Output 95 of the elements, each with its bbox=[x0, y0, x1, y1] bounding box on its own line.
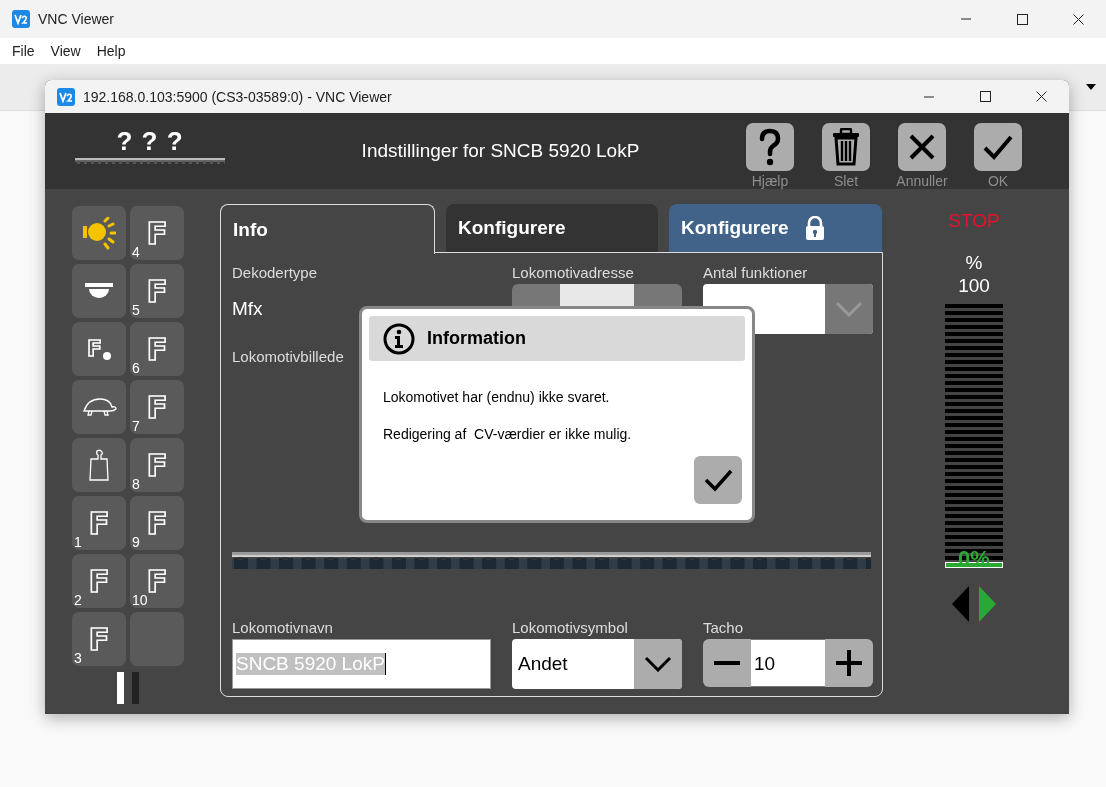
function-glyph: F bbox=[87, 338, 102, 360]
function-number: 9 bbox=[132, 535, 140, 549]
menu-item[interactable]: File bbox=[4, 43, 43, 59]
function-glyph: F bbox=[146, 217, 168, 249]
function-number: 3 bbox=[74, 651, 82, 665]
function-number: 1 bbox=[74, 535, 82, 549]
turtle-icon bbox=[81, 397, 117, 417]
chevron-down-icon bbox=[644, 656, 672, 672]
function-number: 6 bbox=[132, 361, 140, 375]
menu-item[interactable]: Help bbox=[88, 43, 134, 59]
window-title: 192.168.0.103:5900 (CS3-03589:0) - VNC Viewer bbox=[83, 88, 393, 105]
dialog-message: Lokomotivet har (endnu) ikke svaret. bbox=[383, 389, 611, 406]
function-key[interactable] bbox=[72, 206, 126, 260]
function-glyph: F bbox=[146, 507, 168, 539]
function-key[interactable]: F 4 bbox=[130, 206, 184, 260]
track-logo-icon bbox=[75, 158, 225, 164]
maximize-icon bbox=[980, 91, 991, 102]
field-label: Dekodertype bbox=[232, 263, 319, 283]
function-key[interactable]: F 2 bbox=[72, 554, 126, 608]
function-glyph: F bbox=[88, 565, 110, 597]
dialog-heading: Information bbox=[427, 328, 526, 349]
decoder-type-value: Mfx bbox=[232, 297, 263, 321]
close-icon bbox=[1036, 91, 1047, 102]
close-icon bbox=[1073, 13, 1084, 25]
function-key[interactable] bbox=[72, 380, 126, 434]
lock-icon bbox=[804, 216, 825, 240]
field-label: Lokomotivsymbol bbox=[512, 618, 629, 638]
field-label: Lokomotivadresse bbox=[512, 263, 635, 283]
field-label: Lokomotivbillede bbox=[232, 347, 344, 367]
function-number: 2 bbox=[74, 593, 82, 607]
button-label: Hjælp bbox=[751, 173, 789, 189]
close-icon bbox=[908, 133, 936, 161]
tab[interactable]: Konfigurere bbox=[669, 204, 882, 252]
app-logo-icon bbox=[12, 10, 30, 28]
function-key[interactable]: F bbox=[72, 322, 126, 376]
function-key[interactable]: F 9 bbox=[130, 496, 184, 550]
dialog-title: Indstillinger for SNCB 5920 LokP bbox=[360, 140, 641, 162]
function-glyph: F bbox=[88, 623, 110, 655]
field-label: Tacho bbox=[703, 618, 745, 638]
function-glyph: F bbox=[146, 565, 168, 597]
tacho-field[interactable]: 10 bbox=[751, 639, 825, 687]
function-number: 10 bbox=[132, 593, 148, 607]
function-glyph: F bbox=[146, 333, 168, 365]
window-title: VNC Viewer bbox=[38, 11, 115, 27]
cancel-button[interactable] bbox=[898, 123, 946, 171]
minus-icon bbox=[714, 661, 740, 665]
function-glyph: F bbox=[146, 391, 168, 423]
function-key[interactable]: F 6 bbox=[130, 322, 184, 376]
tab[interactable]: Konfigurere bbox=[446, 204, 658, 252]
function-glyph: F bbox=[146, 275, 168, 307]
tab[interactable]: Info bbox=[220, 204, 435, 254]
button-label: Slet bbox=[833, 173, 859, 189]
app-logo-icon bbox=[57, 87, 75, 106]
function-glyph: F bbox=[88, 507, 110, 539]
button-label: Annuller bbox=[896, 173, 948, 189]
function-number: 8 bbox=[132, 477, 140, 491]
checkmark-icon bbox=[983, 133, 1013, 161]
ok-button[interactable] bbox=[974, 123, 1022, 171]
speed-unit: % bbox=[965, 252, 983, 274]
maximize-icon bbox=[1017, 13, 1028, 25]
logo-text: ? ? ? bbox=[116, 128, 184, 154]
forward-arrow-icon[interactable] bbox=[979, 586, 996, 622]
dialog-message: Redigering af CV-værdier er ikke mulig. bbox=[383, 426, 633, 443]
function-key[interactable]: F 1 bbox=[72, 496, 126, 550]
function-key[interactable]: F 3 bbox=[72, 612, 126, 666]
dot-icon bbox=[103, 352, 111, 360]
trash-icon bbox=[832, 128, 860, 166]
function-number: 4 bbox=[132, 245, 140, 259]
function-glyph: F bbox=[146, 449, 168, 481]
menu-item[interactable]: View bbox=[42, 43, 89, 59]
function-key[interactable]: F 5 bbox=[130, 264, 184, 318]
checkmark-icon bbox=[703, 468, 733, 492]
plus-icon bbox=[836, 650, 862, 676]
function-key[interactable]: F 7 bbox=[130, 380, 184, 434]
function-key[interactable] bbox=[72, 264, 126, 318]
info-icon bbox=[383, 322, 415, 355]
confirm-button[interactable] bbox=[694, 456, 742, 504]
delete-button[interactable] bbox=[822, 123, 870, 171]
ceiling-lamp-icon bbox=[85, 283, 113, 299]
field-label: Lokomotivnavn bbox=[232, 618, 334, 638]
dropdown-arrow-icon bbox=[1086, 84, 1096, 90]
button-label: OK bbox=[987, 173, 1009, 189]
function-number: 7 bbox=[132, 419, 140, 433]
decrement-button[interactable] bbox=[703, 639, 751, 687]
symbol-dropdown[interactable]: Andet bbox=[512, 639, 682, 689]
help-button[interactable] bbox=[746, 123, 794, 171]
function-number: 5 bbox=[132, 303, 140, 317]
function-key[interactable]: F 8 bbox=[130, 438, 184, 492]
field-label: Antal funktioner bbox=[703, 263, 809, 283]
chevron-down-icon bbox=[835, 301, 863, 317]
light-icon bbox=[82, 216, 116, 250]
increment-button[interactable] bbox=[825, 639, 873, 687]
function-key[interactable] bbox=[72, 438, 126, 492]
weight-icon bbox=[87, 448, 111, 482]
speed-max: 100 bbox=[958, 274, 990, 298]
